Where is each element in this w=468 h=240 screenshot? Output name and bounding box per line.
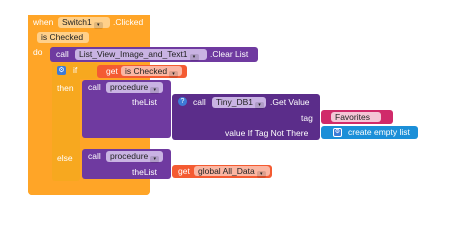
list-view-component-label: List_View_Image_and_Text1 — [79, 49, 188, 59]
dropdown-icon: ▾ — [169, 71, 179, 78]
favorites-text-value: Favorites — [335, 112, 370, 122]
is-checked-param[interactable]: is Checked — [37, 32, 89, 43]
dropdown-icon: ▾ — [93, 22, 103, 29]
then-arg-label: theList — [132, 97, 158, 107]
tinydb-component-dropdown[interactable]: Tiny_DB1 ▾ — [212, 97, 266, 109]
then-procedure-label: procedure — [110, 82, 149, 92]
switch1-label: Switch1 — [62, 17, 92, 27]
dropdown-icon: ▾ — [189, 54, 199, 61]
global-var-label: global All_Data — [198, 166, 255, 176]
clear-method-label: .Clear List — [210, 49, 249, 59]
then-call-label: call — [88, 82, 101, 92]
clear-call-label: call — [56, 49, 69, 59]
then-label: then — [57, 83, 74, 93]
get-label: get — [106, 66, 118, 76]
else-procedure-label: procedure — [110, 151, 149, 161]
global-var-dropdown[interactable]: global All_Data ▾ — [194, 166, 270, 178]
gear-icon[interactable]: ⚙ — [333, 128, 342, 137]
if-then-gap — [52, 140, 80, 146]
else-procedure-dropdown[interactable]: procedure ▾ — [106, 151, 163, 163]
event-name: .Clicked — [113, 17, 144, 27]
get-var-label: is Checked — [125, 66, 168, 76]
is-checked-param-label: is Checked — [41, 32, 84, 42]
gear-icon[interactable]: ⚙ — [57, 66, 66, 75]
get-var-dropdown[interactable]: is Checked ▾ — [121, 66, 182, 78]
else-label: else — [57, 153, 73, 163]
else-get-label: get — [178, 166, 190, 176]
question-icon[interactable]: ? — [178, 97, 187, 106]
get-value-method: .Get Value — [270, 97, 310, 107]
else-call-label: call — [88, 151, 101, 161]
favorites-text-field[interactable]: Favorites — [331, 112, 381, 122]
dropdown-icon: ▾ — [150, 87, 160, 94]
else-arg-label: theList — [132, 167, 158, 177]
list-view-component-dropdown[interactable]: List_View_Image_and_Text1 ▾ — [75, 49, 207, 61]
tinydb-component-label: Tiny_DB1 — [216, 97, 254, 107]
dropdown-icon: ▾ — [255, 102, 265, 109]
event-footer — [28, 183, 150, 195]
do-label: do — [33, 47, 43, 57]
create-empty-list-label: create empty list — [348, 127, 410, 137]
if-label: if — [73, 65, 78, 75]
when-label: when — [33, 17, 54, 27]
default-socket-label: value If Tag Not There — [225, 128, 309, 138]
dropdown-icon: ▾ — [256, 171, 266, 178]
switch1-component-dropdown[interactable]: Switch1 ▾ — [58, 17, 110, 29]
tag-socket-label: tag — [301, 113, 313, 123]
get-value-call-label: call — [193, 97, 206, 107]
then-procedure-dropdown[interactable]: procedure ▾ — [106, 82, 163, 94]
dropdown-icon: ▾ — [150, 156, 160, 163]
